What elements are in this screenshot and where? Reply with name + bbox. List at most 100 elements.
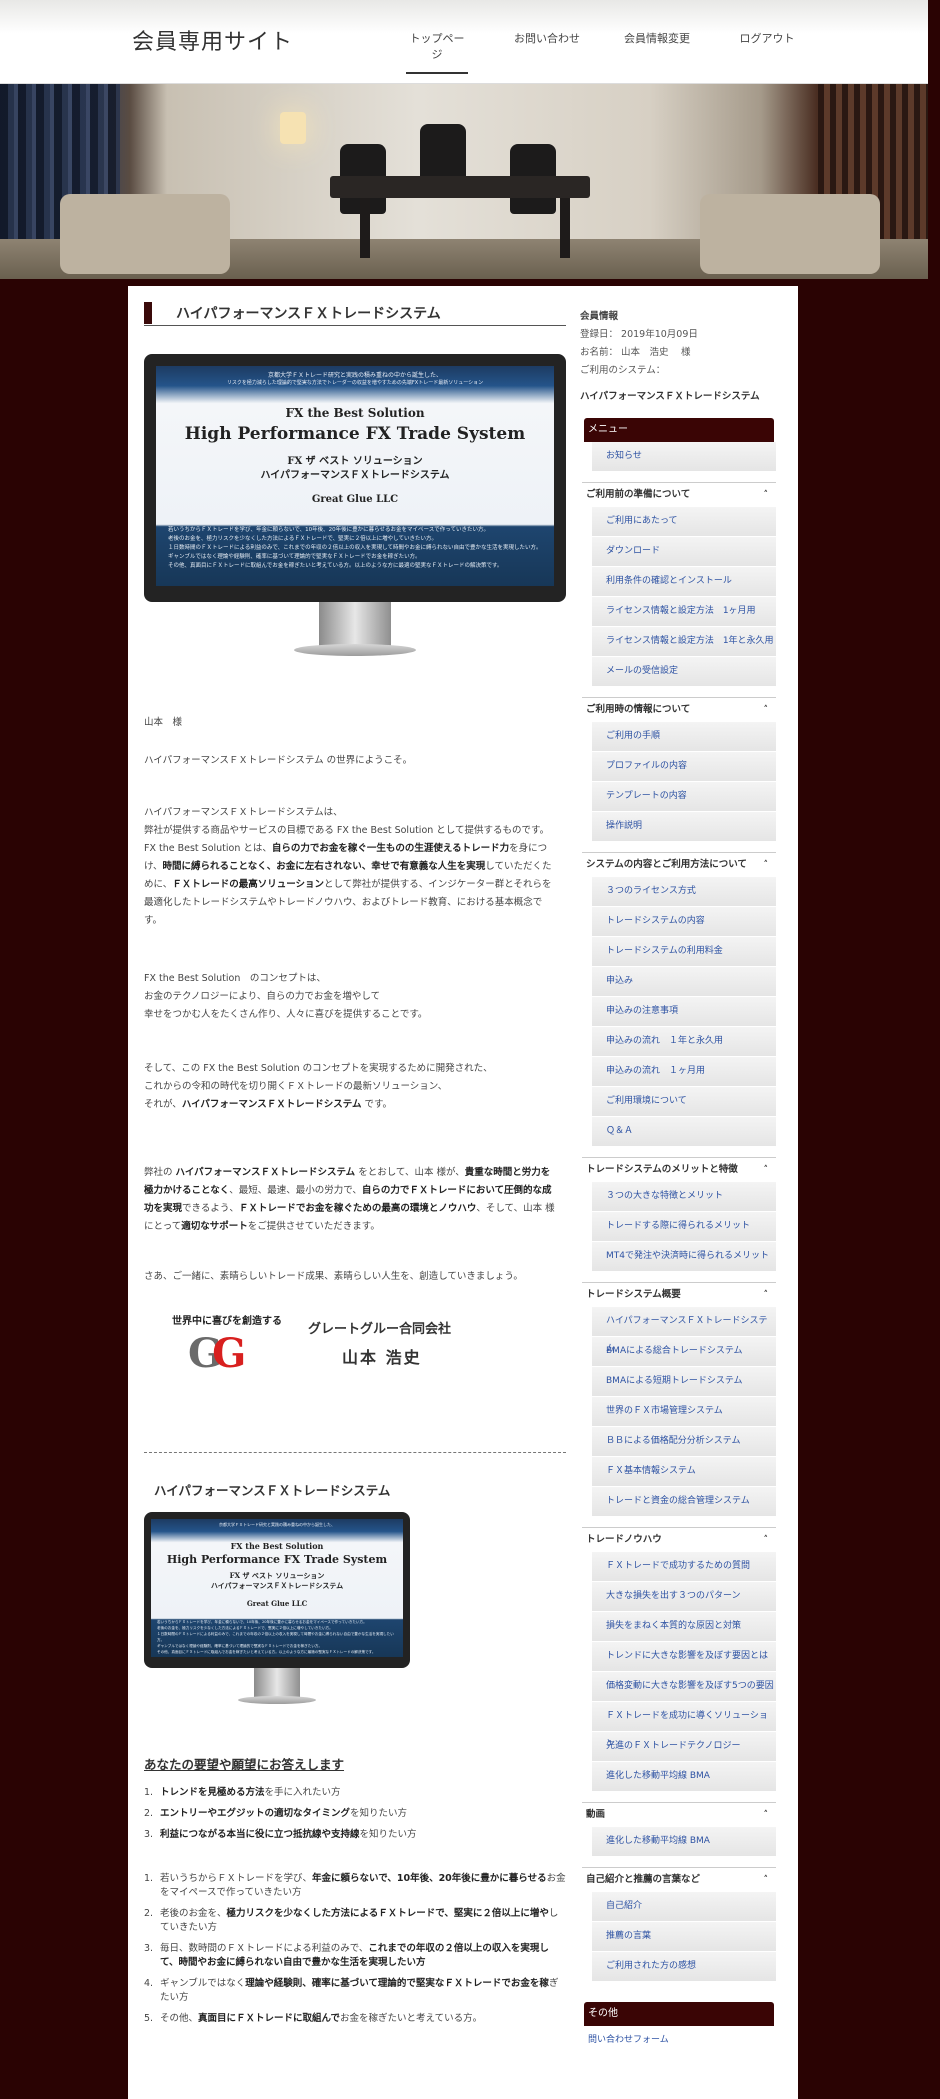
sidebar-group-heading[interactable]: ご利用時の情報について ˄ — [582, 698, 776, 722]
nav-contact[interactable]: お問い合わせ — [492, 30, 602, 74]
sidebar-item[interactable]: 操作説明 — [592, 812, 776, 842]
sidebar-group: 自己紹介と推薦の言葉など ˄ 自己紹介 推薦の言葉 ご利用された方の感想 — [582, 1867, 776, 1982]
sidebar-item[interactable]: ダウンロード — [592, 537, 776, 567]
sidebar-item[interactable]: トレードシステムの利用料金 — [592, 937, 776, 967]
sidebar-item-contact-form[interactable]: 問い合わせフォーム — [582, 2026, 776, 2056]
sidebar-item[interactable]: プロファイルの内容 — [592, 752, 776, 782]
sidebar-item[interactable]: トレードシステムの内容 — [592, 907, 776, 937]
sidebar-item[interactable]: ＦＸトレードで成功するための質問 — [592, 1552, 776, 1582]
sidebar-item[interactable]: ご利用環境について — [592, 1087, 776, 1117]
chevron-up-icon[interactable]: ˄ — [764, 698, 769, 722]
sidebar-group-heading[interactable]: 動画 ˄ — [582, 1803, 776, 1827]
sidebar-group: トレードシステムのメリットと特徴 ˄ ３つの大きな特徴とメリット トレードする際に得ら… — [582, 1157, 776, 1272]
sidebar-item[interactable]: 価格変動に大きな影響を及ぼす5つの要因 — [592, 1672, 776, 1702]
list-item: 3. 毎日、数時間のＦＸトレードによる利益のみで、これまでの年収の２倍以上の収入を… — [144, 1943, 549, 1968]
sidebar-item[interactable]: 損失をまねく本質的な原因と対策 — [592, 1612, 776, 1642]
sidebar-item[interactable]: MT4で発注や決済時に得られるメリット — [592, 1242, 776, 1272]
list-item: 4. ギャンブルではなく理論や経験則、確率に基づいて理論的で堅実なＦＸトレードでお… — [144, 1978, 559, 2003]
list-item: 1. 若いうちからＦＸトレードを学び、年金に頼らないで、10年後、20年後に豊かに… — [144, 1873, 566, 1898]
chevron-up-icon[interactable]: ˄ — [764, 483, 769, 507]
list-item: 2. 老後のお金を、極力リスクを少なくした方法によるＦＸトレードで、堅実に２倍以上… — [144, 1908, 559, 1933]
sidebar-item[interactable]: ハイパフォーマンスＦＸトレードシステム — [592, 1307, 776, 1354]
sidebar-group-title: トレードシステムのメリットと特徴 — [586, 1164, 738, 1175]
sidebar-item[interactable]: メールの受信設定 — [592, 657, 776, 687]
sidebar-group-heading[interactable]: ご利用前の準備について ˄ — [582, 483, 776, 507]
sidebar-item[interactable]: 申込みの流れ １年と永久用 — [592, 1027, 776, 1057]
page-title: ハイパフォーマンスＦＸトレードシステム — [144, 301, 566, 326]
hero-lamp — [280, 112, 306, 144]
chevron-up-icon[interactable]: ˄ — [764, 1528, 769, 1552]
sidebar-item[interactable]: 先進のＦＸトレードテクノロジー — [592, 1732, 776, 1762]
sidebar-group-heading[interactable]: トレードノウハウ ˄ — [582, 1528, 776, 1552]
sidebar-group: ご利用時の情報について ˄ ご利用の手順 プロファイルの内容 テンプレートの内容 操作説明 — [582, 697, 776, 842]
sidebar-item[interactable]: 進化した移動平均線 BMA — [592, 1827, 776, 1857]
nav-logout[interactable]: ログアウト — [712, 30, 822, 74]
nav-member-info[interactable]: 会員情報変更 — [602, 30, 712, 74]
sidebar-item[interactable]: 申込みの注意事項 — [592, 997, 776, 1027]
sidebar-group-heading[interactable]: 自己紹介と推薦の言葉など ˄ — [582, 1868, 776, 1892]
sidebar-item[interactable]: BMAによる短期トレードシステム — [592, 1367, 776, 1397]
sidebar-item[interactable]: 推薦の言葉 — [592, 1922, 776, 1952]
section-divider — [144, 1452, 566, 1453]
sidebar-item[interactable]: ライセンス情報と設定方法 1年と永久用 — [592, 627, 776, 657]
main-nav: トップページ お問い合わせ 会員情報変更 ログアウト — [390, 30, 822, 74]
sidebar-group: システムの内容とご利用方法について ˄ ３つのライセンス方式 トレードシステムの内容ト… — [582, 852, 776, 1147]
sidebar-item[interactable]: 申込みの流れ １ヶ月用 — [592, 1057, 776, 1087]
sidebar-group-title: 自己紹介と推薦の言葉など — [586, 1874, 701, 1885]
sidebar-item[interactable]: 自己紹介 — [592, 1892, 776, 1922]
list-item: 1. トレンドを見極める方法を手に入れたい方 — [144, 1787, 341, 1798]
chevron-up-icon[interactable]: ˄ — [764, 1803, 769, 1827]
chevron-up-icon[interactable]: ˄ — [764, 853, 769, 877]
sidebar: 会員情報 登録日： 2019年10月09日 お名前： 山本 浩史 様 ご利用のシ… — [572, 286, 786, 2056]
main-column: ハイパフォーマンスＦＸトレードシステム 京都大学ＦＸトレード研究と実践の積み重ね… — [144, 301, 566, 2024]
sidebar-item[interactable]: BMAによる総合トレードシステム — [592, 1337, 776, 1367]
content-container: ハイパフォーマンスＦＸトレードシステム 京都大学ＦＸトレード研究と実践の積み重ね… — [128, 286, 798, 2099]
sidebar-item[interactable]: ご利用された方の感想 — [592, 1952, 776, 1982]
sidebar-item[interactable]: ＦＸトレードを成功に導くソリューション — [592, 1702, 776, 1749]
sidebar-item[interactable]: ＢＢによる価格配分分析システム — [592, 1427, 776, 1457]
hero-sofa-left — [60, 194, 230, 274]
sidebar-item[interactable]: ３つの大きな特徴とメリット — [592, 1182, 776, 1212]
sidebar-group-heading[interactable]: トレードシステムのメリットと特徴 ˄ — [582, 1158, 776, 1182]
sidebar-item[interactable]: Ｑ＆Ａ — [592, 1117, 776, 1147]
sidebar-group: トレードシステム概要 ˄ハイパフォーマンスＦＸトレードシステムBMAによる総合トレ… — [582, 1282, 776, 1517]
list-item: 5. その他、真面目にＦＸトレードに取組んでお金を稼ぎたいと考えている方。 — [144, 2013, 483, 2024]
sidebar-item[interactable]: ３つのライセンス方式 — [592, 877, 776, 907]
chevron-up-icon[interactable]: ˄ — [764, 1283, 769, 1307]
target-list: 1. 若いうちからＦＸトレードを学び、年金に頼らないで、10年後、20年後に豊かに… — [144, 1872, 566, 2033]
concept-paragraph: FX the Best Solution のコンセプトは、 お金のテクノロジーに… — [144, 973, 428, 1020]
sidebar-group-title: トレードシステム概要 — [586, 1289, 681, 1300]
sidebar-item-news[interactable]: お知らせ — [592, 442, 776, 472]
sidebar-item[interactable]: トレードする際に得られるメリット — [592, 1212, 776, 1242]
sidebar-group: トレードノウハウ ˄ ＦＸトレードで成功するための質問 大きな損失を出す３つのパターン… — [582, 1527, 776, 1792]
sidebar-group-heading[interactable]: トレードシステム概要 ˄ — [582, 1283, 776, 1307]
company-logo: 世界中に喜びを創造する GG グレートグルー合同会社 山本 浩史 — [172, 1316, 452, 1377]
sidebar-item[interactable]: トレードと資金の総合管理システム — [592, 1487, 776, 1517]
sidebar-item[interactable]: トレンドに大きな影響を及ぼす要因とは — [592, 1642, 776, 1672]
sidebar-item[interactable]: 世界のＦＸ市場管理システム — [592, 1397, 776, 1427]
needs-list: 1. トレンドを見極める方法を手に入れたい方 2. エントリーやエグジットの適切なタ… — [144, 1786, 566, 1849]
list-item: 2. エントリーやエグジットの適切なタイミングを知りたい方 — [144, 1808, 408, 1819]
hero-table-leg — [360, 198, 370, 258]
sidebar-item[interactable]: ご利用にあたって — [592, 507, 776, 537]
chevron-up-icon[interactable]: ˄ — [764, 1158, 769, 1182]
sidebar-group: 動画 ˄ 進化した移動平均線 BMA — [582, 1802, 776, 1857]
nav-top[interactable]: トップページ — [406, 30, 468, 74]
support-paragraph: 弊社の ハイパフォーマンスＦＸトレードシステム をとおして、山本 様が、貴重な時… — [144, 1167, 555, 1232]
sidebar-group-heading[interactable]: システムの内容とご利用方法について ˄ — [582, 853, 776, 877]
development-paragraph: そして、この FX the Best Solution のコンセプトを実現するた… — [144, 1063, 493, 1110]
site-header: 会員専用サイト トップページ お問い合わせ 会員情報変更 ログアウト — [0, 0, 928, 84]
chevron-up-icon[interactable]: ˄ — [764, 1868, 769, 1892]
sidebar-item[interactable]: ＦＸ基本情報システム — [592, 1457, 776, 1487]
sidebar-item[interactable]: 大きな損失を出す３つのパターン — [592, 1582, 776, 1612]
sidebar-item[interactable]: ライセンス情報と設定方法 1ヶ月用 — [592, 597, 776, 627]
sidebar-item[interactable]: 利用条件の確認とインストール — [592, 567, 776, 597]
hero-table-leg — [560, 198, 570, 258]
sidebar-group-title: 動画 — [586, 1809, 606, 1820]
site-title[interactable]: 会員専用サイト — [132, 24, 293, 56]
sidebar-item[interactable]: 進化した移動平均線 BMA — [592, 1762, 776, 1792]
sidebar-item[interactable]: テンプレートの内容 — [592, 782, 776, 812]
sidebar-item[interactable]: ご利用の手順 — [592, 722, 776, 752]
sidebar-item[interactable]: 申込み — [592, 967, 776, 997]
member-info: 会員情報 登録日： 2019年10月09日 お名前： 山本 浩史 様 ご利用のシ… — [580, 311, 760, 402]
